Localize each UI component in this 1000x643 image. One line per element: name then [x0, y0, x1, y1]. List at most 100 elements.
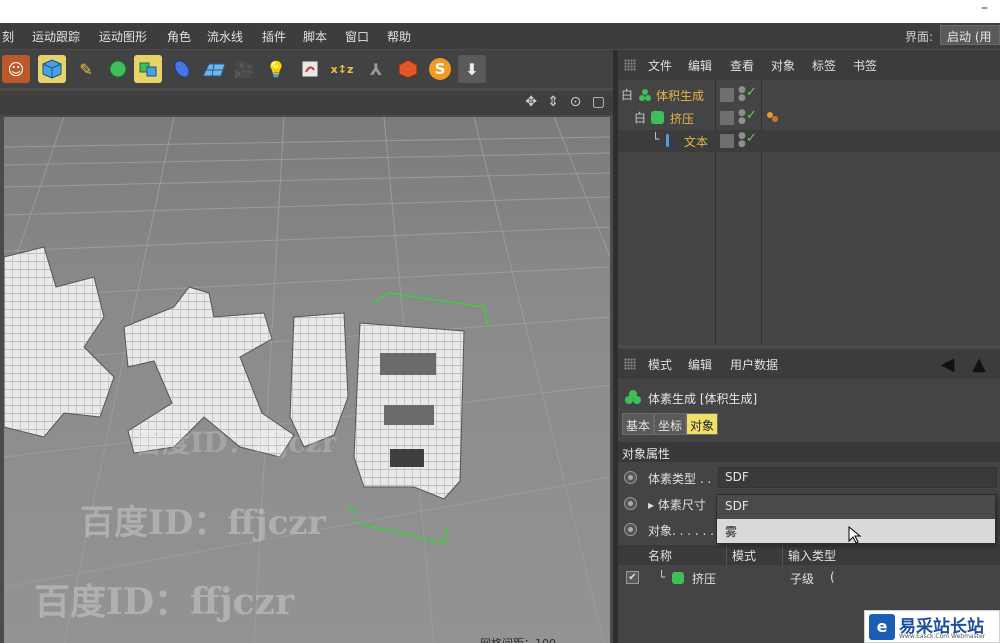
svg-text:S: S: [435, 60, 446, 78]
animate-radio[interactable]: [624, 497, 637, 510]
menu-item-pipeline[interactable]: 流水线: [207, 28, 243, 45]
tab-basic[interactable]: 基本: [622, 413, 655, 435]
om-menu-bookmarks[interactable]: 书签: [853, 57, 877, 74]
text-spline-icon: [666, 134, 669, 147]
download-icon[interactable]: ⬇: [458, 55, 486, 83]
menu-item-mograph[interactable]: 运动图形: [99, 28, 147, 45]
column-mode[interactable]: 模式: [732, 547, 756, 564]
extrude-icon: [651, 111, 664, 124]
animate-radio[interactable]: [624, 471, 637, 484]
menu-item-motion-tracking[interactable]: 运动跟踪: [32, 28, 80, 45]
object-list: 白 体积生成 ● ● ✓ 白 挤压 ● ● ✓ └ 文本 ● ● ✓: [618, 84, 1000, 184]
navigation-arrows-icon[interactable]: ◀ ▲: [941, 354, 992, 375]
section-header: 对象属性: [618, 442, 1000, 462]
tree-connector: └: [658, 570, 666, 584]
enabled-check-icon[interactable]: ✓: [746, 131, 757, 146]
pen-icon[interactable]: ✎: [72, 55, 100, 83]
tree-connector: └: [652, 132, 660, 146]
object-manager: 文件 编辑 查看 对象 标签 书签 白 体积生成 ● ● ✓ 白 挤压 ● ● …: [618, 50, 1000, 345]
minimize-button[interactable]: –: [981, 0, 988, 16]
visibility-dots-icon[interactable]: ● ●: [738, 86, 746, 103]
layer-icon[interactable]: [720, 111, 734, 125]
extrude-icon: [672, 572, 684, 584]
menu-item-plugins[interactable]: 插件: [262, 28, 286, 45]
deformer-icon[interactable]: [168, 55, 196, 83]
row-input-type[interactable]: (: [830, 570, 835, 584]
phong-tag-icon[interactable]: [766, 111, 780, 123]
objects-label: 对象. . . . . .: [648, 524, 714, 538]
om-menu-file[interactable]: 文件: [648, 57, 672, 74]
mouse-cursor-icon: [848, 526, 862, 544]
grip-icon[interactable]: [624, 59, 636, 71]
logo-icon: e: [869, 614, 895, 640]
row-enable-checkbox[interactable]: ✔: [626, 571, 639, 584]
watermark-text: 百度ID：ffjczr: [34, 581, 294, 623]
grid-spacing-status: 网格间距：100: [480, 635, 556, 643]
om-menu-edit[interactable]: 编辑: [688, 57, 712, 74]
viewport-scene: [4, 117, 610, 643]
floor-icon[interactable]: [200, 55, 228, 83]
attribute-manager-menu: 模式 编辑 用户数据 ◀ ▲: [618, 349, 1000, 379]
layout-select[interactable]: 启动 (用: [940, 25, 1000, 45]
table-row[interactable]: ✔ └ 挤压 子级 (: [618, 567, 1000, 589]
am-menu-edit[interactable]: 编辑: [688, 356, 712, 373]
tab-object[interactable]: 对象: [686, 413, 719, 435]
object-row-text[interactable]: └ 文本 ● ● ✓: [618, 130, 1000, 152]
object-name[interactable]: 体积生成: [656, 87, 704, 104]
cinema4d-app: 刻 运动跟踪 运动图形 角色 流水线 插件 脚本 窗口 帮助 界面: 启动 (用…: [0, 23, 1000, 643]
viewport-header: ✥ ⇕ ⊙ ▢: [0, 91, 614, 115]
viewport-navigation-icon[interactable]: ✥ ⇕ ⊙ ▢: [525, 94, 608, 110]
om-menu-objects[interactable]: 对象: [771, 57, 795, 74]
am-menu-mode[interactable]: 模式: [648, 356, 672, 373]
enabled-check-icon[interactable]: ✓: [746, 108, 757, 123]
menu-item-script[interactable]: 脚本: [303, 28, 327, 45]
menu-item-partial[interactable]: 刻: [2, 28, 14, 45]
layer-icon[interactable]: [720, 134, 734, 148]
dropdown-option-sdf[interactable]: SDF: [717, 495, 995, 519]
viewport[interactable]: 百度ID：ffjczr 百度ID：ffjczr 百度ID：ffjczr: [4, 117, 610, 643]
array-icon[interactable]: [134, 55, 162, 83]
camera-icon[interactable]: 🎥: [230, 55, 258, 83]
attribute-title: 体素生成 [体积生成]: [648, 392, 758, 406]
tree-expander[interactable]: 白: [621, 86, 633, 103]
tag-icon[interactable]: [296, 55, 324, 83]
grip-icon[interactable]: [624, 358, 636, 370]
visibility-dots-icon[interactable]: ● ●: [738, 109, 746, 126]
section-title: 对象属性: [622, 447, 671, 461]
xyz-icon[interactable]: x↕z: [328, 55, 356, 83]
main-toolbar: ☺ ✎ 🎥 💡 x↕z ⅄ S ⬇: [0, 50, 614, 88]
voxel-type-select[interactable]: SDF: [718, 467, 997, 488]
tab-coordinates[interactable]: 坐标: [654, 413, 687, 435]
person-icon[interactable]: ☺: [2, 55, 30, 83]
menu-item-window[interactable]: 窗口: [345, 28, 369, 45]
light-icon[interactable]: 💡: [262, 55, 290, 83]
object-name[interactable]: 挤压: [670, 110, 694, 127]
om-menu-view[interactable]: 查看: [730, 57, 754, 74]
object-row-volume-builder[interactable]: 白 体积生成 ● ● ✓: [618, 84, 1000, 106]
column-name[interactable]: 名称: [648, 547, 672, 564]
window-titlebar: –: [0, 0, 1000, 23]
row-mode[interactable]: 子级: [790, 570, 814, 587]
volume-builder-icon: [638, 88, 651, 101]
render-icon[interactable]: [394, 55, 422, 83]
animate-radio[interactable]: [624, 523, 637, 536]
am-menu-user-data[interactable]: 用户数据: [730, 356, 778, 373]
enabled-check-icon[interactable]: ✓: [746, 85, 757, 100]
s-icon[interactable]: S: [426, 55, 454, 83]
volume-builder-icon: [624, 389, 642, 405]
logo-subtitle: Www.Easck.Com Webmaster: [899, 633, 986, 640]
om-menu-tags[interactable]: 标签: [812, 57, 836, 74]
cube-icon[interactable]: [38, 55, 66, 83]
object-row-extrude[interactable]: 白 挤压 ● ● ✓: [618, 107, 1000, 129]
layout-label: 界面:: [905, 30, 934, 44]
visibility-dots-icon[interactable]: ● ●: [738, 132, 746, 149]
subdivision-icon[interactable]: [104, 55, 132, 83]
menu-item-character[interactable]: 角色: [167, 28, 191, 45]
object-name[interactable]: 文本: [684, 133, 708, 150]
layer-icon[interactable]: [720, 88, 734, 102]
voxel-size-label[interactable]: ▸ 体素尺寸: [648, 496, 706, 513]
joint-icon[interactable]: ⅄: [362, 55, 390, 83]
tree-expander[interactable]: 白: [634, 109, 646, 126]
menu-item-help[interactable]: 帮助: [387, 28, 411, 45]
column-input-type[interactable]: 输入类型: [788, 547, 836, 564]
